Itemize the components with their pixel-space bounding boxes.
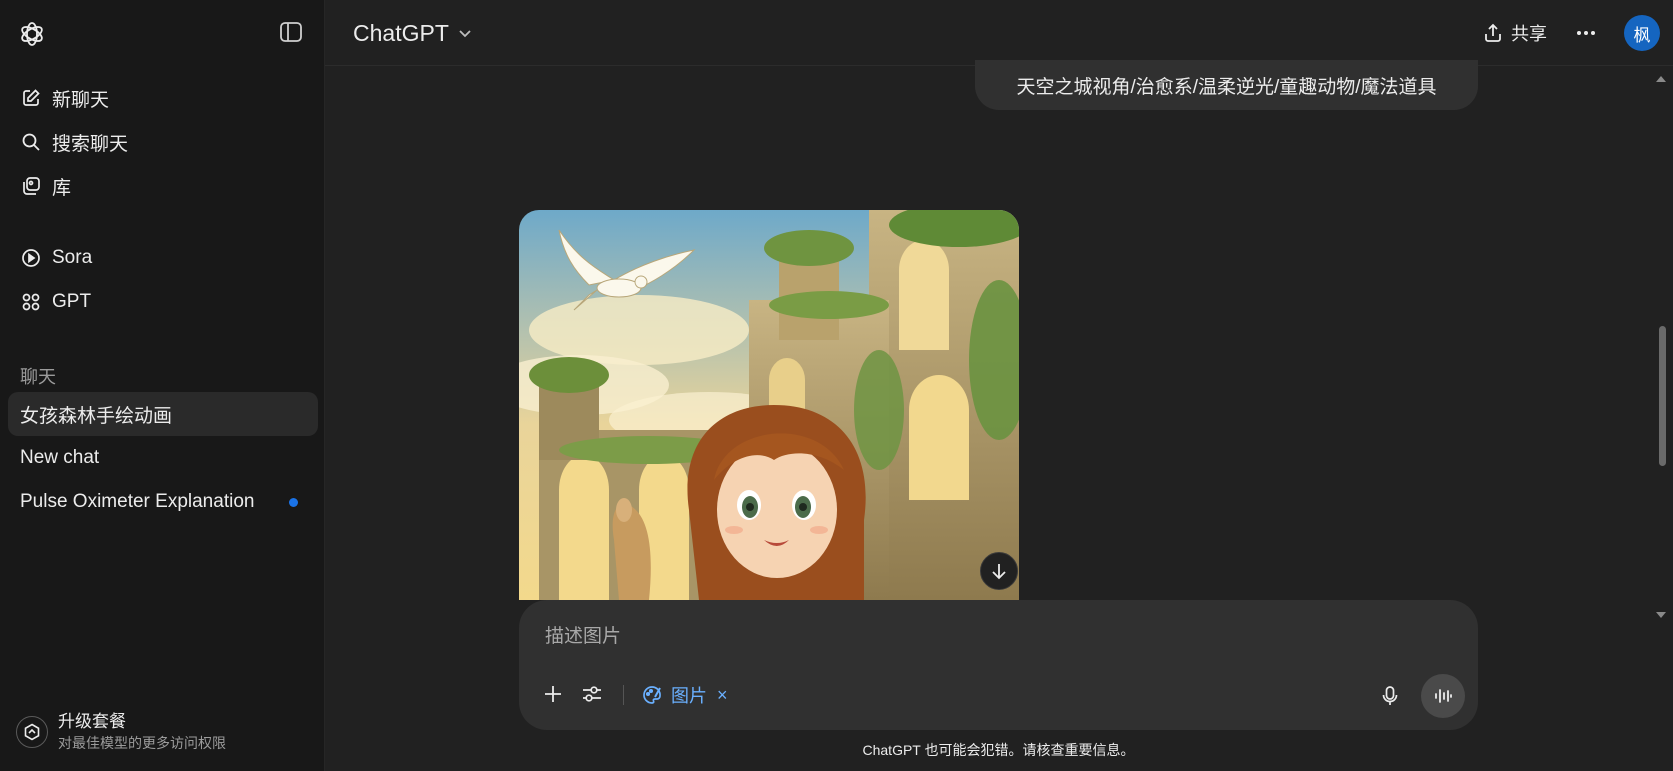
new-chat-label: 新聊天	[52, 89, 110, 111]
prompt-input[interactable]	[545, 620, 1405, 654]
image-tool-label: 图片	[671, 686, 707, 706]
chat-item-label: New chat	[20, 447, 100, 468]
scroll-down-arrow-icon[interactable]	[1655, 609, 1667, 621]
message-composer: 图片 ×	[519, 600, 1478, 730]
scroll-to-bottom-button[interactable]	[980, 552, 1018, 590]
sliders-icon	[583, 686, 601, 702]
upgrade-icon	[16, 716, 48, 748]
app-window: 新聊天 搜索聊天 库 Sora GPT 聊天 女孩森林手绘动画 New chat…	[0, 0, 1673, 771]
microphone-icon	[1382, 686, 1398, 705]
avatar[interactable]: 枫	[1624, 15, 1660, 51]
sora-label: Sora	[52, 247, 93, 268]
toolbar-divider	[623, 685, 624, 705]
user-message-bubble: 天空之城视角/治愈系/温柔逆光/童趣动物/魔法道具	[975, 60, 1478, 110]
scrollbar-thumb[interactable]	[1659, 326, 1666, 466]
model-name: ChatGPT	[353, 19, 449, 46]
palette-icon	[643, 686, 661, 704]
gpt-label: GPT	[52, 291, 92, 312]
add-attachment-button[interactable]	[535, 676, 571, 712]
share-button[interactable]: 共享	[1475, 16, 1555, 50]
user-message-text: 天空之城视角/治愈系/温柔逆光/童趣动物/魔法道具	[1016, 76, 1437, 98]
chat-item-label: 女孩森林手绘动画	[20, 405, 173, 427]
sidebar-toggle-icon[interactable]	[279, 21, 305, 45]
chevron-down-icon	[459, 30, 471, 38]
tools-button[interactable]	[574, 676, 610, 712]
library-label: 库	[52, 177, 72, 199]
share-label: 共享	[1511, 24, 1547, 44]
grid-icon	[20, 291, 42, 313]
dictate-button[interactable]	[1372, 678, 1408, 714]
share-icon	[1485, 23, 1501, 42]
model-selector[interactable]: ChatGPT	[347, 16, 479, 50]
sidebar: 新聊天 搜索聊天 库 Sora GPT 聊天 女孩森林手绘动画 New chat…	[0, 0, 325, 771]
chat-item[interactable]: Pulse Oximeter Explanation	[8, 480, 318, 524]
upgrade-subtitle: 对最佳模型的更多访问权限	[58, 735, 226, 751]
arrow-down-icon	[992, 564, 1006, 580]
plus-icon	[545, 686, 561, 702]
library-icon	[20, 175, 42, 197]
unread-dot-icon	[289, 498, 298, 507]
chats-section-label: 聊天	[20, 367, 56, 387]
library-button[interactable]: 库	[8, 164, 318, 208]
search-chats-label: 搜索聊天	[52, 133, 129, 155]
gpt-button[interactable]: GPT	[8, 280, 318, 324]
chat-item-label: Pulse Oximeter Explanation	[20, 491, 255, 512]
generated-image[interactable]	[519, 210, 1019, 600]
voice-mode-button[interactable]	[1421, 674, 1465, 718]
upgrade-title: 升级套餐	[58, 712, 126, 731]
disclaimer-text: ChatGPT 也可能会犯错。请核查重要信息。	[862, 742, 1135, 758]
image-tool-chip[interactable]: 图片 ×	[641, 678, 728, 712]
new-chat-button[interactable]: 新聊天	[8, 76, 318, 120]
openai-logo-icon[interactable]	[18, 20, 46, 48]
sora-button[interactable]: Sora	[8, 236, 318, 280]
upgrade-plan-button[interactable]: 升级套餐 对最佳模型的更多访问权限	[16, 706, 316, 758]
search-icon	[20, 131, 42, 153]
search-chats-button[interactable]: 搜索聊天	[8, 120, 318, 164]
scroll-up-arrow-icon[interactable]	[1655, 73, 1667, 85]
chat-item[interactable]: New chat	[8, 436, 318, 480]
play-circle-icon	[20, 247, 42, 269]
chat-item-active[interactable]: 女孩森林手绘动画	[8, 392, 318, 436]
close-icon[interactable]: ×	[717, 685, 728, 706]
more-options-icon[interactable]	[1570, 17, 1602, 49]
top-bar: ChatGPT 共享 枫	[325, 0, 1673, 66]
voice-waveform-icon	[1435, 689, 1452, 703]
edit-icon	[20, 87, 42, 109]
